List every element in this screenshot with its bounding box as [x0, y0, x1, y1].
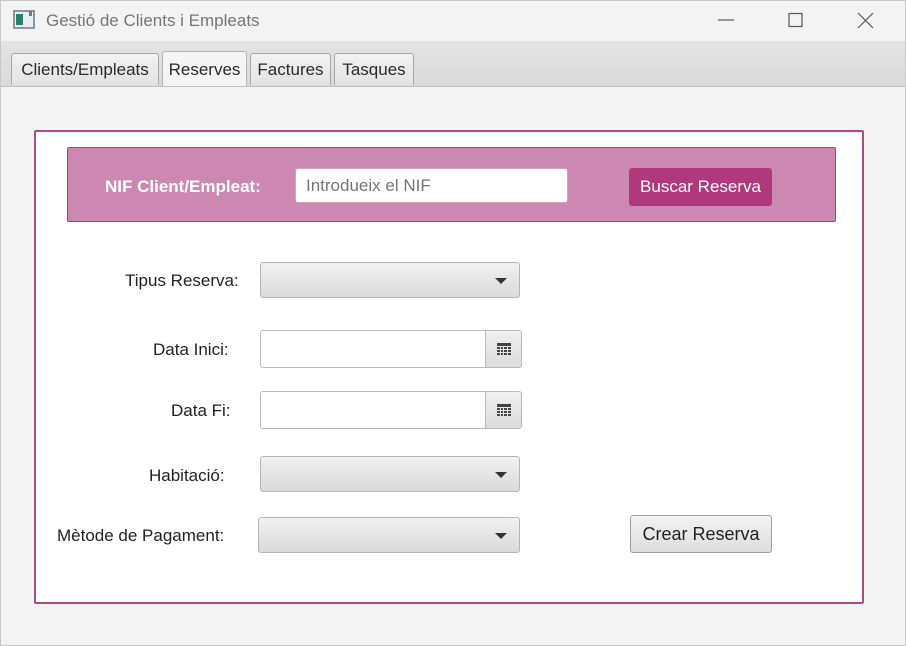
app-icon — [13, 10, 35, 30]
maximize-button[interactable] — [761, 1, 831, 41]
maximize-icon — [788, 12, 803, 28]
tab-clients-empleats[interactable]: Clients/Empleats — [11, 53, 159, 85]
tab-tasques[interactable]: Tasques — [334, 53, 414, 85]
dropdown-arrow-icon — [495, 278, 507, 284]
reservation-panel: NIF Client/Empleat: Buscar Reserva Tipus… — [34, 130, 864, 604]
tipus-reserva-select[interactable] — [260, 262, 520, 298]
search-reservation-button[interactable]: Buscar Reserva — [629, 168, 772, 206]
calendar-icon — [497, 404, 511, 416]
data-inici-label: Data Inici: — [153, 340, 229, 359]
close-button[interactable] — [831, 1, 901, 41]
data-fi-label: Data Fi: — [171, 401, 231, 420]
app-window: Gestió de Clients i Empleats Clients/Emp… — [0, 0, 906, 646]
dropdown-arrow-icon — [495, 472, 507, 478]
tab-reserves[interactable]: Reserves — [162, 51, 247, 86]
tab-content: NIF Client/Empleat: Buscar Reserva Tipus… — [1, 87, 905, 645]
tipus-reserva-label: Tipus Reserva: — [125, 271, 239, 290]
habitacio-label: Habitació: — [149, 466, 225, 485]
create-reservation-button[interactable]: Crear Reserva — [630, 515, 772, 553]
nif-label: NIF Client/Empleat: — [105, 177, 261, 196]
data-inici-calendar-button[interactable] — [485, 330, 522, 368]
data-inici-datepicker — [260, 330, 522, 368]
window-title: Gestió de Clients i Empleats — [46, 11, 260, 30]
nif-search-input[interactable] — [295, 168, 568, 203]
data-inici-input[interactable] — [260, 330, 486, 368]
title-bar: Gestió de Clients i Empleats — [1, 1, 905, 41]
metode-pagament-label: Mètode de Pagament: — [57, 526, 225, 545]
data-fi-calendar-button[interactable] — [485, 391, 522, 429]
close-icon — [857, 12, 874, 29]
dropdown-arrow-icon — [495, 533, 507, 539]
tab-bar: Clients/Empleats Reserves Factures Tasqu… — [1, 41, 905, 87]
calendar-icon — [497, 343, 511, 355]
tab-factures[interactable]: Factures — [250, 53, 331, 85]
data-fi-datepicker — [260, 391, 522, 429]
minimize-button[interactable] — [691, 1, 761, 41]
data-fi-input[interactable] — [260, 391, 486, 429]
habitacio-select[interactable] — [260, 456, 520, 492]
metode-pagament-select[interactable] — [258, 517, 520, 553]
minimize-icon — [718, 19, 734, 21]
search-bar: NIF Client/Empleat: Buscar Reserva — [67, 147, 836, 222]
